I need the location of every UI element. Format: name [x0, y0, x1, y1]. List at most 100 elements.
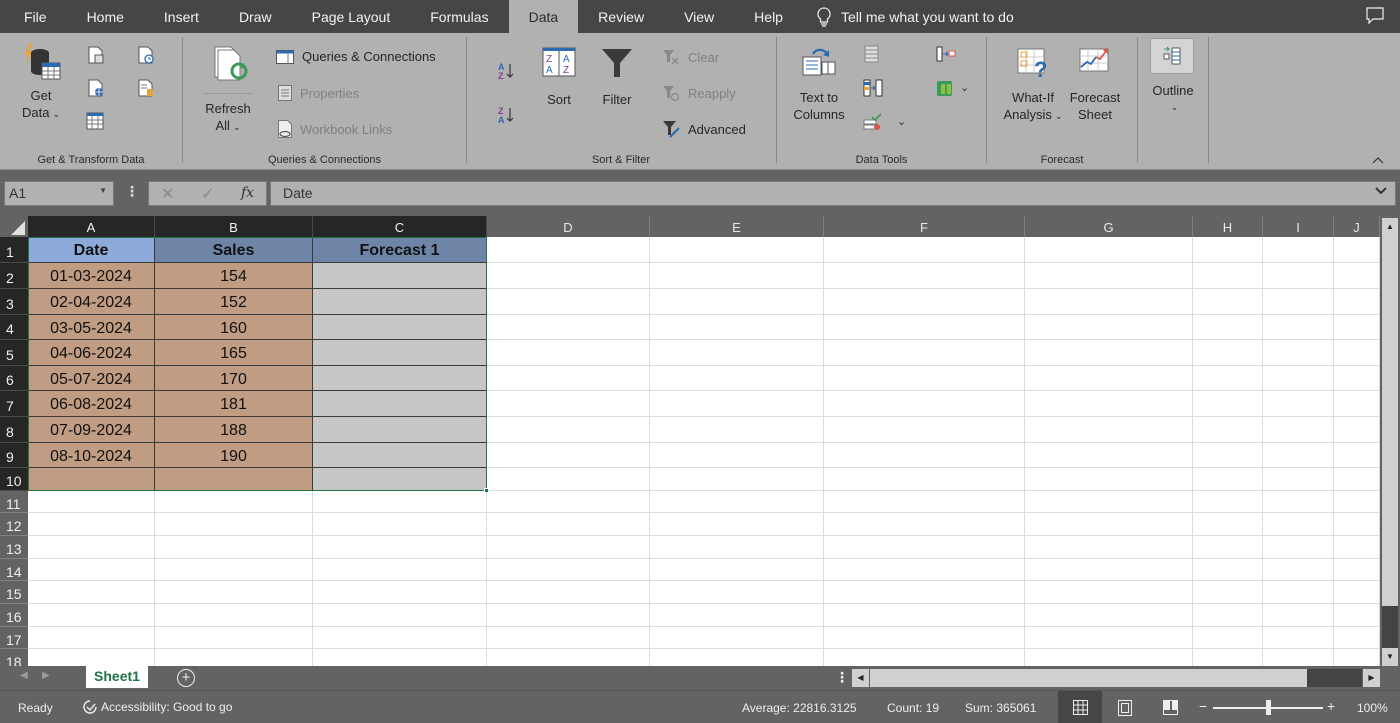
cell-a2[interactable]: 01-03-2024	[28, 263, 155, 289]
cell-j7[interactable]	[1334, 391, 1380, 417]
cell-i11[interactable]	[1263, 491, 1334, 513]
tab-view[interactable]: View	[664, 0, 734, 33]
cell-h17[interactable]	[1193, 627, 1263, 649]
cell-f5[interactable]	[824, 340, 1025, 366]
cell-e11[interactable]	[650, 491, 824, 513]
cell-b14[interactable]	[155, 559, 313, 581]
cell-e7[interactable]	[650, 391, 824, 417]
column-header-h[interactable]: H	[1193, 216, 1263, 237]
cell-a8[interactable]: 07-09-2024	[28, 417, 155, 443]
tab-formulas[interactable]: Formulas	[410, 0, 508, 33]
tab-help[interactable]: Help	[734, 0, 803, 33]
data-validation-button[interactable]	[863, 113, 883, 136]
scroll-tabs-left-icon[interactable]: ◀	[20, 670, 28, 681]
workbook-links-button[interactable]: Workbook Links	[278, 120, 392, 138]
cell-e2[interactable]	[650, 263, 824, 289]
cell-d5[interactable]	[487, 340, 650, 366]
sort-z-to-a-button[interactable]: ZA	[497, 105, 515, 130]
cell-i16[interactable]	[1263, 604, 1334, 627]
zoom-level[interactable]: 100%	[1357, 701, 1388, 715]
cell-h14[interactable]	[1193, 559, 1263, 581]
cell-a18[interactable]	[28, 649, 155, 666]
cell-a1[interactable]: Date	[28, 237, 155, 263]
cell-h4[interactable]	[1193, 315, 1263, 340]
horizontal-scroll-thumb[interactable]	[1307, 669, 1362, 687]
accessibility-status[interactable]: Accessibility: Good to go	[82, 699, 232, 715]
tab-draw[interactable]: Draw	[219, 0, 292, 33]
page-break-view-button[interactable]	[1148, 691, 1192, 723]
cell-c9[interactable]	[313, 443, 487, 468]
cell-h1[interactable]	[1193, 237, 1263, 263]
comments-button[interactable]	[1366, 7, 1384, 29]
cell-h7[interactable]	[1193, 391, 1263, 417]
cell-c6[interactable]	[313, 366, 487, 391]
cell-i5[interactable]	[1263, 340, 1334, 366]
cell-j9[interactable]	[1334, 443, 1380, 468]
cell-c11[interactable]	[313, 491, 487, 513]
cell-g8[interactable]	[1025, 417, 1193, 443]
vertical-scrollbar[interactable]: ▲ ▼	[1380, 216, 1400, 666]
cell-c17[interactable]	[313, 627, 487, 649]
cell-e12[interactable]	[650, 513, 824, 536]
cell-j14[interactable]	[1334, 559, 1380, 581]
cell-i18[interactable]	[1263, 649, 1334, 666]
cell-a9[interactable]: 08-10-2024	[28, 443, 155, 468]
cell-b18[interactable]	[155, 649, 313, 666]
name-box[interactable]: A1 ▼	[4, 181, 114, 206]
advanced-filter-button[interactable]: Advanced	[662, 120, 746, 138]
tab-home[interactable]: Home	[67, 0, 144, 33]
insert-function-icon[interactable]: fx	[241, 185, 254, 201]
from-web-button[interactable]	[88, 79, 104, 102]
cell-e3[interactable]	[650, 289, 824, 315]
cell-b9[interactable]: 190	[155, 443, 313, 468]
existing-connections-button[interactable]	[138, 79, 154, 102]
cell-g13[interactable]	[1025, 536, 1193, 559]
cell-h2[interactable]	[1193, 263, 1263, 289]
get-data-button[interactable]: Get Data ⌄	[16, 41, 66, 123]
cell-f8[interactable]	[824, 417, 1025, 443]
cell-g5[interactable]	[1025, 340, 1193, 366]
cell-g18[interactable]	[1025, 649, 1193, 666]
cell-a5[interactable]: 04-06-2024	[28, 340, 155, 366]
cell-f4[interactable]	[824, 315, 1025, 340]
cell-d4[interactable]	[487, 315, 650, 340]
tab-review[interactable]: Review	[578, 0, 664, 33]
cell-b7[interactable]: 181	[155, 391, 313, 417]
recent-sources-button[interactable]	[138, 46, 154, 69]
from-text-csv-button[interactable]	[88, 46, 104, 69]
column-header-j[interactable]: J	[1334, 216, 1380, 237]
cell-j18[interactable]	[1334, 649, 1380, 666]
cell-c14[interactable]	[313, 559, 487, 581]
cell-a11[interactable]	[28, 491, 155, 513]
cell-i12[interactable]	[1263, 513, 1334, 536]
expand-formula-bar-icon[interactable]	[1375, 184, 1387, 198]
cell-d7[interactable]	[487, 391, 650, 417]
row-header-5[interactable]: 5	[0, 340, 28, 366]
cell-f3[interactable]	[824, 289, 1025, 315]
sort-a-to-z-button[interactable]: AZ	[497, 61, 515, 86]
cell-d6[interactable]	[487, 366, 650, 391]
cell-b16[interactable]	[155, 604, 313, 627]
cell-b3[interactable]: 152	[155, 289, 313, 315]
cell-h12[interactable]	[1193, 513, 1263, 536]
cell-i13[interactable]	[1263, 536, 1334, 559]
horizontal-scrollbar[interactable]: ◀ ▶	[852, 669, 1380, 687]
horizontal-scroll-track[interactable]	[870, 669, 1307, 687]
cell-b8[interactable]: 188	[155, 417, 313, 443]
filter-button[interactable]: Filter	[597, 47, 637, 108]
row-header-17[interactable]: 17	[0, 627, 28, 649]
cell-a12[interactable]	[28, 513, 155, 536]
cell-f9[interactable]	[824, 443, 1025, 468]
cell-i15[interactable]	[1263, 581, 1334, 604]
cell-a3[interactable]: 02-04-2024	[28, 289, 155, 315]
cell-h13[interactable]	[1193, 536, 1263, 559]
cell-c1[interactable]: Forecast 1	[313, 237, 487, 263]
formula-input[interactable]: Date	[270, 181, 1396, 206]
row-header-16[interactable]: 16	[0, 604, 28, 627]
consolidate-button[interactable]	[936, 46, 956, 67]
enter-checkmark-icon[interactable]: ✓	[201, 184, 214, 204]
cell-c2[interactable]	[313, 263, 487, 289]
cell-e10[interactable]	[650, 468, 824, 491]
tab-split-handle[interactable]: ⋮	[835, 669, 849, 686]
cell-d13[interactable]	[487, 536, 650, 559]
